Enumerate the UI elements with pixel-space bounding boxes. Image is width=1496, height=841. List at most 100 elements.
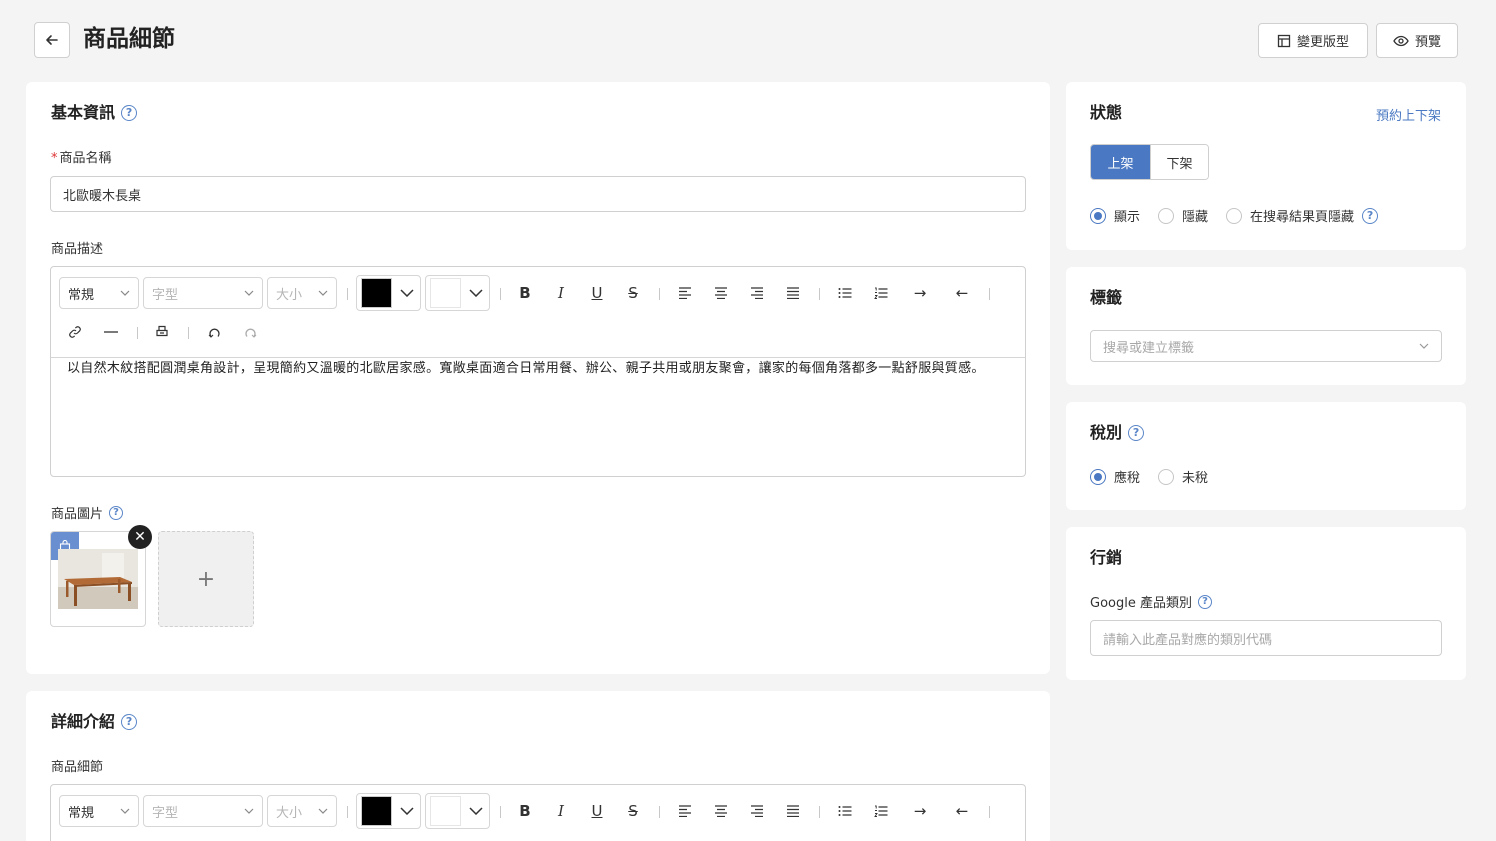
horizontal-rule-icon[interactable] bbox=[101, 323, 121, 341]
help-icon[interactable]: ? bbox=[109, 505, 124, 520]
bullet-list-icon[interactable] bbox=[835, 283, 855, 303]
visibility-hide-option[interactable]: 隱藏 bbox=[1158, 206, 1208, 225]
tax-radio-group: 應稅 未稅 bbox=[1090, 467, 1226, 486]
description-editor: 常規 字型 大小 B I U S → ← 以自然木紋搭配圓潤桌角設計，呈現簡約又… bbox=[50, 266, 1026, 477]
schedule-link[interactable]: 預約上下架 bbox=[1376, 105, 1441, 124]
toolbar-separator bbox=[659, 288, 660, 300]
publish-toggle: 上架 下架 bbox=[1090, 144, 1209, 180]
chevron-down-icon bbox=[244, 290, 254, 296]
chevron-down-icon bbox=[400, 807, 414, 815]
strikethrough-icon[interactable]: S bbox=[623, 801, 643, 821]
format-select[interactable]: 常規 bbox=[59, 795, 139, 827]
change-layout-button[interactable]: 變更版型 bbox=[1258, 23, 1368, 58]
marketing-card: 行銷 Google 產品類別 ? 請輸入此產品對應的類別代碼 bbox=[1066, 527, 1466, 680]
eye-icon bbox=[1393, 35, 1409, 46]
marketing-title: 行銷 bbox=[1090, 548, 1123, 567]
size-select[interactable]: 大小 bbox=[267, 795, 337, 827]
page-title: 商品細節 bbox=[83, 26, 175, 52]
tags-select[interactable]: 搜尋或建立標籤 bbox=[1090, 330, 1442, 362]
basic-info-title: 基本資訊 ? bbox=[51, 103, 138, 123]
align-left-icon[interactable] bbox=[675, 283, 695, 303]
radio-unchecked-icon[interactable] bbox=[1158, 468, 1175, 485]
radio-checked-icon[interactable] bbox=[1090, 207, 1106, 224]
numbered-list-icon[interactable] bbox=[871, 283, 891, 303]
size-select[interactable]: 大小 bbox=[267, 277, 337, 309]
link-icon[interactable] bbox=[65, 323, 85, 341]
bg-color-swatch bbox=[430, 796, 461, 826]
chevron-down-icon bbox=[120, 808, 130, 814]
radio-checked-icon[interactable] bbox=[1090, 468, 1106, 485]
change-layout-label: 變更版型 bbox=[1296, 35, 1349, 50]
align-left-icon[interactable] bbox=[675, 801, 695, 821]
font-select[interactable]: 字型 bbox=[143, 795, 263, 827]
visibility-hide-search-option[interactable]: 在搜尋結果頁隱藏 bbox=[1226, 206, 1354, 225]
align-justify-icon[interactable] bbox=[783, 801, 803, 821]
detail-editor: 常規 字型 大小 B I U S → ← bbox=[50, 784, 1026, 841]
chevron-down-icon bbox=[318, 808, 328, 814]
font-select[interactable]: 字型 bbox=[143, 277, 263, 309]
chevron-down-icon bbox=[469, 807, 483, 815]
help-icon[interactable]: ? bbox=[121, 105, 138, 121]
outdent-icon[interactable]: ← bbox=[951, 801, 973, 821]
numbered-list-icon[interactable] bbox=[871, 801, 891, 821]
toolbar-separator bbox=[188, 327, 189, 339]
tax-taxable-option[interactable]: 應稅 bbox=[1090, 467, 1140, 486]
align-right-icon[interactable] bbox=[747, 283, 767, 303]
underline-icon[interactable]: U bbox=[587, 283, 607, 303]
toolbar-separator bbox=[989, 288, 990, 300]
visibility-show-option[interactable]: 顯示 bbox=[1090, 206, 1140, 225]
product-name-label: * 商品名稱 bbox=[51, 151, 112, 166]
bullet-list-icon[interactable] bbox=[835, 801, 855, 821]
radio-unchecked-icon[interactable] bbox=[1158, 207, 1175, 224]
bg-color-swatch bbox=[430, 278, 461, 308]
tags-title: 標籤 bbox=[1090, 288, 1123, 307]
radio-unchecked-icon[interactable] bbox=[1226, 207, 1243, 224]
bg-color-picker[interactable] bbox=[425, 275, 490, 311]
bold-icon[interactable]: B bbox=[515, 801, 535, 821]
add-image-button[interactable]: + bbox=[158, 531, 254, 627]
preview-button[interactable]: 預覽 bbox=[1376, 23, 1458, 58]
outdent-icon[interactable]: ← bbox=[951, 283, 973, 303]
clear-format-icon[interactable] bbox=[152, 323, 172, 341]
tax-untaxed-option[interactable]: 未稅 bbox=[1158, 467, 1208, 486]
google-category-input[interactable]: 請輸入此產品對應的類別代碼 bbox=[1090, 620, 1442, 656]
chevron-down-icon bbox=[120, 290, 130, 296]
back-button[interactable] bbox=[34, 22, 70, 58]
basic-info-card: 基本資訊 ? * 商品名稱 北歐暖木長桌 商品描述 常規 字型 大小 B I U… bbox=[26, 82, 1050, 674]
align-center-icon[interactable] bbox=[711, 801, 731, 821]
italic-icon[interactable]: I bbox=[551, 283, 571, 303]
chevron-down-icon bbox=[1419, 343, 1429, 349]
remove-image-button[interactable]: ✕ bbox=[128, 525, 152, 549]
help-icon[interactable]: ? bbox=[1128, 425, 1145, 441]
text-color-picker[interactable] bbox=[356, 793, 421, 829]
publish-on-button[interactable]: 上架 bbox=[1091, 145, 1150, 179]
align-center-icon[interactable] bbox=[711, 283, 731, 303]
product-name-input[interactable]: 北歐暖木長桌 bbox=[50, 176, 1026, 212]
help-icon[interactable]: ? bbox=[121, 714, 138, 730]
layout-icon bbox=[1277, 34, 1291, 47]
italic-icon[interactable]: I bbox=[551, 801, 571, 821]
undo-icon[interactable] bbox=[204, 323, 224, 341]
close-icon: ✕ bbox=[134, 529, 146, 545]
description-content[interactable]: 以自然木紋搭配圓潤桌角設計，呈現簡約又溫暖的北歐居家感。寬敞桌面適合日常用餐、辦… bbox=[67, 358, 1009, 379]
align-justify-icon[interactable] bbox=[783, 283, 803, 303]
indent-icon[interactable]: → bbox=[909, 801, 931, 821]
product-images-label: 商品圖片 ? bbox=[51, 503, 124, 522]
status-card: 狀態 預約上下架 上架 下架 顯示 隱藏 在搜尋結果頁隱藏 ? bbox=[1066, 82, 1466, 250]
align-right-icon[interactable] bbox=[747, 801, 767, 821]
underline-icon[interactable]: U bbox=[587, 801, 607, 821]
redo-icon[interactable] bbox=[240, 323, 260, 341]
strikethrough-icon[interactable]: S bbox=[623, 283, 643, 303]
toolbar-separator bbox=[819, 806, 820, 818]
arrow-left-icon bbox=[46, 35, 58, 45]
bold-icon[interactable]: B bbox=[515, 283, 535, 303]
help-icon[interactable]: ? bbox=[1362, 207, 1379, 224]
tax-card: 稅別 ? 應稅 未稅 bbox=[1066, 402, 1466, 510]
text-color-picker[interactable] bbox=[356, 275, 421, 311]
format-select[interactable]: 常規 bbox=[59, 277, 139, 309]
detail-title: 詳細介紹 ? bbox=[51, 712, 138, 732]
help-icon[interactable]: ? bbox=[1197, 594, 1212, 609]
indent-icon[interactable]: → bbox=[909, 283, 931, 303]
publish-off-button[interactable]: 下架 bbox=[1150, 145, 1208, 179]
bg-color-picker[interactable] bbox=[425, 793, 490, 829]
